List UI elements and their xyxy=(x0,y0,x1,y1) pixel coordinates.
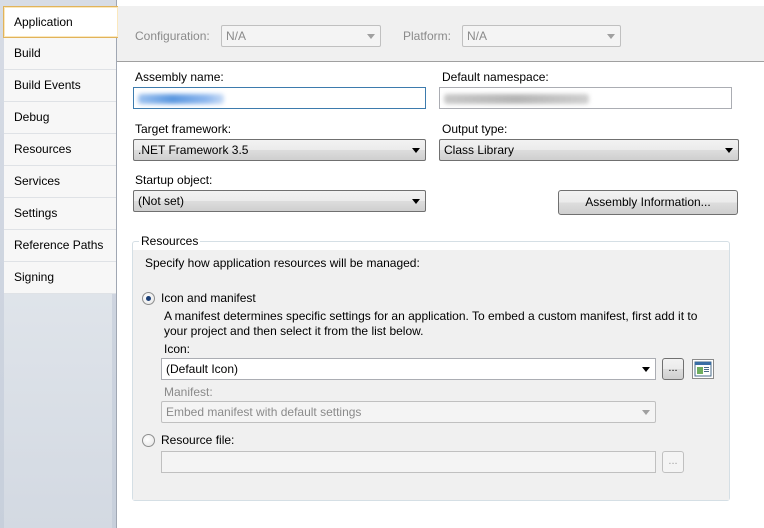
tab-build[interactable]: Build xyxy=(4,38,116,70)
platform-label: Platform: xyxy=(403,29,452,43)
icon-value: (Default Icon) xyxy=(166,362,239,376)
chevron-down-icon xyxy=(725,148,733,153)
resource-file-label[interactable]: Resource file: xyxy=(161,433,234,447)
resource-file-radio[interactable] xyxy=(142,434,155,447)
startup-object-label: Startup object: xyxy=(135,173,213,187)
platform-value: N/A xyxy=(467,29,488,43)
application-page: Configuration: N/A Platform: N/A Assembl… xyxy=(116,0,764,528)
assembly-name-input[interactable] xyxy=(133,87,426,109)
chevron-down-icon xyxy=(607,34,615,39)
manifest-label: Manifest: xyxy=(164,385,213,399)
chevron-down-icon xyxy=(412,199,420,204)
chevron-down-icon xyxy=(412,148,420,153)
tab-resources[interactable]: Resources xyxy=(4,134,116,166)
browse-icon-button[interactable]: ... xyxy=(662,358,684,380)
startup-object-value: (Not set) xyxy=(138,194,185,208)
target-framework-label: Target framework: xyxy=(135,122,232,136)
icon-label: Icon: xyxy=(164,342,191,356)
tab-application[interactable]: Application xyxy=(3,6,118,38)
icon-select[interactable]: (Default Icon) xyxy=(161,358,656,380)
tab-reference-paths[interactable]: Reference Paths xyxy=(4,230,116,262)
startup-object-select[interactable]: (Not set) xyxy=(133,190,426,212)
tab-services[interactable]: Services xyxy=(4,166,116,198)
manifest-select: Embed manifest with default settings xyxy=(161,401,656,423)
output-type-value: Class Library xyxy=(444,143,515,157)
configuration-value: N/A xyxy=(226,29,247,43)
icon-manifest-radio[interactable] xyxy=(142,292,155,305)
application-icon xyxy=(692,359,714,379)
icon-manifest-description: A manifest determines specific settings … xyxy=(164,309,698,323)
target-framework-value: .NET Framework 3.5 xyxy=(138,143,249,157)
assembly-information-button[interactable]: Assembly Information... xyxy=(558,190,738,215)
output-type-label: Output type: xyxy=(442,122,508,136)
configuration-select[interactable]: N/A xyxy=(221,25,381,47)
assembly-name-label: Assembly name: xyxy=(135,70,224,84)
redacted-text xyxy=(444,94,589,104)
icon-manifest-description-2: your project and then select it from the… xyxy=(164,324,424,338)
resource-file-input xyxy=(161,451,656,473)
default-namespace-input[interactable] xyxy=(439,87,732,109)
configuration-label: Configuration: xyxy=(135,29,210,43)
platform-select[interactable]: N/A xyxy=(462,25,621,47)
redacted-text xyxy=(138,94,224,104)
chevron-down-icon xyxy=(642,410,650,415)
resources-group-title: Resources xyxy=(139,234,201,248)
tab-build-events[interactable]: Build Events xyxy=(4,70,116,102)
chevron-down-icon xyxy=(367,34,375,39)
tab-debug[interactable]: Debug xyxy=(4,102,116,134)
tab-signing[interactable]: Signing xyxy=(4,262,116,294)
browse-resource-file-button: ... xyxy=(662,451,684,473)
output-type-select[interactable]: Class Library xyxy=(439,139,739,161)
tab-settings[interactable]: Settings xyxy=(4,198,116,230)
manifest-value: Embed manifest with default settings xyxy=(166,405,362,419)
target-framework-select[interactable]: .NET Framework 3.5 xyxy=(133,139,426,161)
resources-description: Specify how application resources will b… xyxy=(145,256,420,270)
chevron-down-icon xyxy=(642,367,650,372)
tab-strip-background xyxy=(4,294,112,528)
default-namespace-label: Default namespace: xyxy=(442,70,549,84)
icon-manifest-label[interactable]: Icon and manifest xyxy=(161,291,256,305)
